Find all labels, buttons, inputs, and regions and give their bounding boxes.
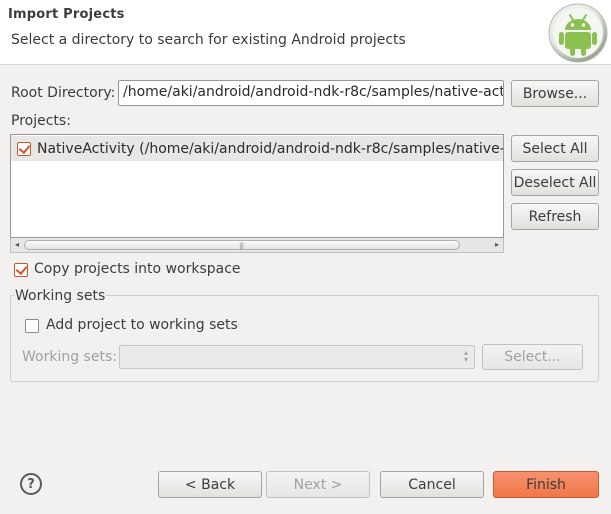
browse-button[interactable]: Browse... — [511, 80, 599, 107]
back-button[interactable]: < Back — [158, 471, 262, 498]
cancel-button[interactable]: Cancel — [380, 471, 484, 498]
root-directory-label: Root Directory: — [11, 85, 116, 101]
projects-horizontal-scrollbar[interactable]: ◂ ||| ▸ — [10, 238, 504, 253]
dialog-header: Import Projects Select a directory to se… — [0, 0, 611, 65]
group-border-right — [106, 295, 599, 296]
projects-list[interactable]: NativeActivity (/home/aki/android/androi… — [10, 134, 504, 238]
working-sets-field-label: Working sets: — [22, 349, 117, 365]
working-sets-group-label: Working sets — [15, 288, 106, 304]
working-sets-combo[interactable]: ▴ ▾ — [119, 345, 475, 369]
finish-button[interactable]: Finish — [493, 471, 599, 498]
copy-projects-label: Copy projects into workspace — [34, 261, 241, 277]
add-to-working-sets-label: Add project to working sets — [46, 317, 238, 333]
select-all-button[interactable]: Select All — [511, 135, 599, 162]
root-directory-input[interactable]: /home/aki/android/android-ndk-r8c/sample… — [118, 80, 504, 106]
copy-projects-checkbox[interactable] — [14, 263, 28, 277]
scroll-left-icon[interactable]: ◂ — [11, 239, 23, 251]
add-to-working-sets-checkbox[interactable] — [25, 319, 39, 333]
projects-label: Projects: — [11, 113, 71, 129]
combo-spinner-icon: ▴ ▾ — [463, 348, 468, 364]
group-border-left — [10, 295, 14, 296]
deselect-all-button[interactable]: Deselect All — [511, 169, 599, 196]
next-button[interactable]: Next > — [266, 471, 370, 498]
scrollbar-thumb[interactable]: ||| — [24, 240, 460, 250]
dialog-subtitle: Select a directory to search for existin… — [11, 32, 406, 48]
help-icon[interactable]: ? — [20, 473, 42, 495]
working-sets-select-button[interactable]: Select... — [482, 344, 583, 370]
scroll-right-icon[interactable]: ▸ — [491, 239, 503, 251]
project-label: NativeActivity (/home/aki/android/androi… — [37, 140, 503, 157]
list-item[interactable]: NativeActivity (/home/aki/android/androi… — [11, 136, 503, 161]
scrollbar-grip-icon: ||| — [239, 242, 244, 250]
dialog-title: Import Projects — [8, 7, 125, 22]
refresh-button[interactable]: Refresh — [511, 203, 599, 230]
android-logo-icon — [548, 3, 608, 63]
project-checkbox[interactable] — [17, 141, 31, 156]
